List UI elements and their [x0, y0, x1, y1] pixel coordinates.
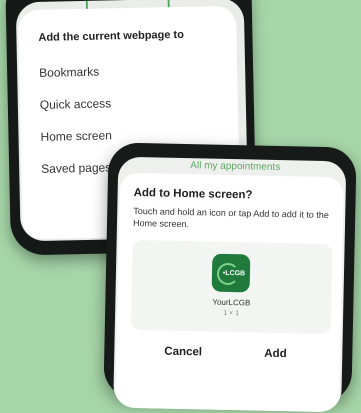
front-phone-screen: All my appointments Add to Home screen? … [113, 156, 347, 413]
add-to-home-dialog: Add to Home screen? Touch and hold an ic… [115, 172, 345, 413]
app-icon-label: •LCGB [222, 269, 246, 277]
menu-item-saved-pages[interactable]: Saved pages [41, 160, 111, 175]
front-phone: All my appointments Add to Home screen? … [103, 142, 357, 413]
cancel-button[interactable]: Cancel [164, 346, 202, 359]
menu-item-home-screen[interactable]: Home screen [40, 128, 112, 143]
add-button[interactable]: Add [264, 348, 287, 360]
dialog-description: Touch and hold an icon or tap Add to add… [132, 205, 329, 230]
widget-size: 1 × 1 [223, 309, 240, 318]
app-name: YourLCGB [212, 297, 251, 308]
menu-item-quick-access[interactable]: Quick access [40, 96, 112, 111]
app-icon: •LCGB [211, 253, 251, 293]
menu-heading: Add the current webpage to [38, 28, 185, 44]
shortcut-preview[interactable]: •LCGB YourLCGB 1 × 1 [130, 239, 333, 335]
dialog-title: Add to Home screen? [133, 186, 253, 202]
background-link: All my appointments [190, 160, 281, 174]
menu-item-bookmarks[interactable]: Bookmarks [39, 65, 99, 80]
